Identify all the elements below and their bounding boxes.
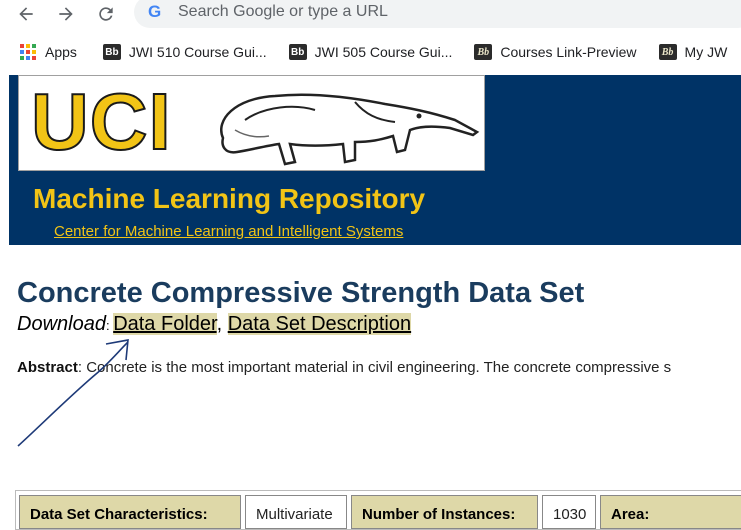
omnibox[interactable]: G — [134, 0, 741, 28]
instances-label-cell: Number of Instances: — [351, 495, 538, 529]
bookmark-jwi505[interactable]: Bb JWI 505 Course Gui... — [288, 38, 453, 66]
instances-value-cell: 1030 — [542, 495, 596, 529]
omnibox-input[interactable] — [178, 3, 718, 21]
browser-toolbar: G — [0, 0, 741, 36]
reload-button[interactable] — [94, 2, 118, 26]
bookmark-label: My JW — [684, 44, 728, 60]
forward-arrow-icon — [59, 7, 73, 21]
bookmark-apps[interactable]: Apps — [20, 38, 77, 66]
bookmark-label: Apps — [45, 44, 77, 60]
google-g-icon: G — [148, 2, 162, 21]
area-label-cell: Area: — [600, 495, 741, 529]
anteater-mascot-icon — [220, 93, 480, 166]
link-separator: , — [216, 313, 228, 335]
blackboard-icon: Bb — [288, 44, 307, 60]
bookmark-label: Courses Link-Preview — [500, 44, 637, 60]
blackboard-icon: Bb — [658, 44, 677, 60]
characteristics-value-cell: Multivariate — [245, 495, 347, 529]
data-set-description-link[interactable]: Data Set Description — [227, 313, 412, 335]
blackboard-icon: Bb — [474, 44, 493, 60]
uci-header-banner: UCI Machine Learning Repository Center f… — [9, 75, 741, 245]
blackboard-icon: Bb — [102, 44, 121, 60]
dataset-characteristics-table: Data Set Characteristics: Multivariate N… — [15, 490, 741, 530]
bookmarks-bar: Apps Bb JWI 510 Course Gui... Bb JWI 505… — [0, 36, 741, 68]
back-button[interactable] — [14, 2, 38, 26]
dataset-title: Concrete Compressive Strength Data Set — [17, 277, 585, 309]
apps-grid-icon — [20, 44, 36, 60]
hand-drawn-arrow-icon — [17, 339, 129, 447]
uci-logo-text: UCI — [30, 77, 172, 166]
characteristics-label-cell: Data Set Characteristics: — [19, 495, 241, 529]
reload-icon — [99, 7, 113, 21]
forward-button[interactable] — [54, 2, 78, 26]
back-arrow-icon — [19, 7, 33, 21]
bookmark-jwi510[interactable]: Bb JWI 510 Course Gui... — [102, 38, 267, 66]
bookmark-my-jw[interactable]: Bb My JW — [658, 38, 728, 66]
repository-title: Machine Learning Repository — [33, 183, 426, 214]
bookmark-courses-link-preview[interactable]: Bb Courses Link-Preview — [474, 38, 637, 66]
uci-logo[interactable]: UCI — [18, 75, 485, 171]
bookmark-label: JWI 505 Course Gui... — [314, 44, 453, 60]
center-link[interactable]: Center for Machine Learning and Intellig… — [54, 223, 403, 240]
abstract-text: : Concrete is the most important materia… — [77, 359, 672, 376]
bookmark-label: JWI 510 Course Gui... — [128, 44, 267, 60]
